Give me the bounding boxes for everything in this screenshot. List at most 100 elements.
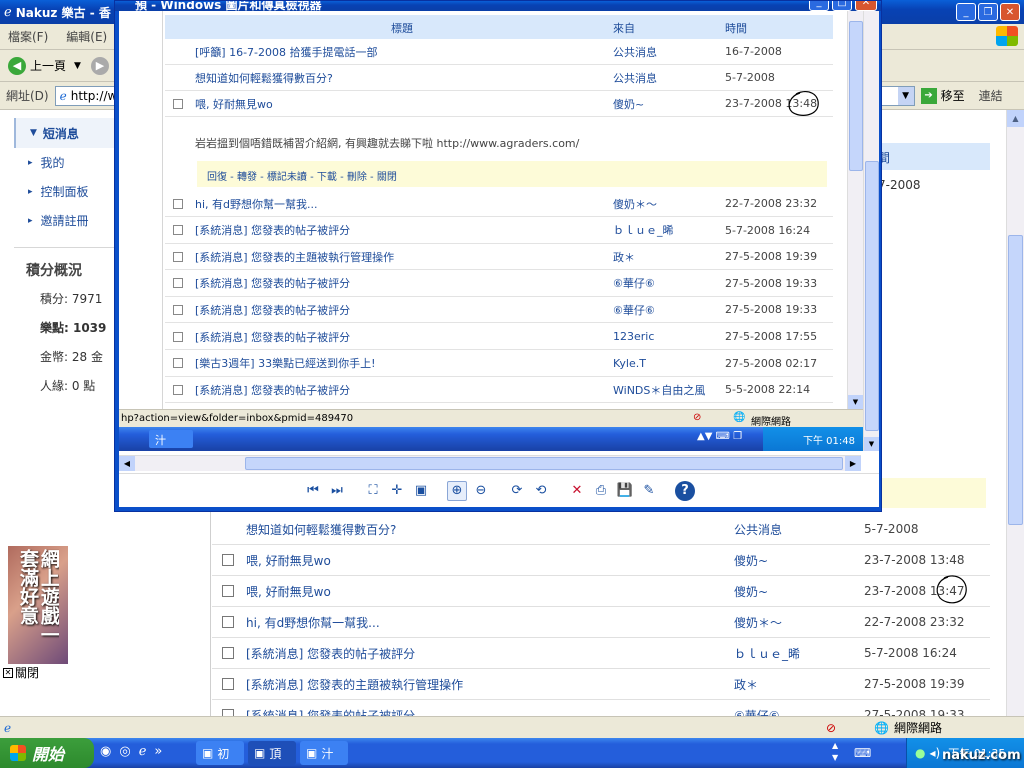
row-checkbox[interactable] — [222, 678, 234, 690]
tray-up-icon[interactable]: ▲ — [832, 740, 838, 752]
more-icon[interactable]: » — [154, 744, 162, 759]
taskbar-task-button[interactable]: ▣ 頂 — [248, 741, 296, 765]
minimize-button[interactable]: _ — [956, 3, 976, 21]
viewer-maximize-button[interactable]: □ — [832, 1, 852, 11]
inner-scroll-down-icon[interactable]: ▼ — [848, 395, 863, 409]
row-from[interactable]: 政＊ — [734, 676, 758, 693]
desktop-icon[interactable]: ◎ — [119, 744, 130, 759]
save-icon[interactable]: 💾 — [615, 481, 635, 501]
row-title[interactable]: 喂, 好耐無見wo — [246, 583, 331, 600]
row-title[interactable]: [系統消息] 您發表的帖子被評分 — [195, 222, 350, 238]
row-from[interactable]: WiNDS＊自由之風 — [613, 382, 705, 398]
row-from[interactable]: ⑥華仔⑥ — [613, 275, 655, 291]
row-checkbox[interactable] — [173, 278, 183, 289]
hscroll-thumb[interactable] — [245, 457, 843, 470]
inner-task-button[interactable]: 汁 — [149, 430, 193, 448]
back-button-label[interactable]: 上一頁 — [30, 57, 66, 74]
rotate-counterclockwise-icon[interactable]: ⟲ — [531, 481, 551, 501]
row-checkbox[interactable] — [173, 198, 183, 209]
inner-vscroll[interactable]: ▼ — [847, 11, 863, 409]
row-checkbox[interactable] — [173, 98, 183, 109]
print-icon[interactable]: ⎙ — [591, 481, 611, 501]
row-checkbox[interactable] — [173, 331, 183, 342]
links-label[interactable]: 連結 — [979, 87, 1003, 104]
row-checkbox[interactable] — [173, 304, 183, 315]
media-icon[interactable]: ◉ — [100, 744, 111, 759]
viewer-hscroll[interactable]: ◀ ▶ — [119, 455, 861, 471]
row-title[interactable]: [系統消息] 您發表的帖子被評分 — [195, 275, 350, 291]
outer-scroll-down-icon[interactable]: ▼ — [864, 437, 879, 451]
row-checkbox[interactable] — [222, 616, 234, 628]
actual-size-icon[interactable]: ✛ — [387, 481, 407, 501]
row-from[interactable]: 傻奶~ — [613, 96, 644, 112]
row-checkbox[interactable] — [173, 225, 183, 236]
row-title[interactable]: hi, 有d野想你幫一幫我... — [246, 614, 380, 631]
row-title[interactable]: [系統消息] 您發表的主題被執行管理操作 — [195, 249, 394, 265]
row-from[interactable]: 公共消息 — [613, 44, 657, 60]
row-from[interactable]: 123eric — [613, 330, 654, 343]
row-from[interactable]: ｂｌｕｅ_晞 — [734, 645, 800, 662]
row-from[interactable]: 傻奶~ — [734, 552, 768, 569]
scroll-thumb[interactable] — [1008, 235, 1023, 525]
row-from[interactable]: 傻奶＊～ — [613, 196, 657, 212]
scroll-up-icon[interactable]: ▲ — [1007, 110, 1024, 127]
zoom-out-icon[interactable]: ⊖ — [471, 481, 491, 501]
row-title[interactable]: 想知道如何輕鬆獲得數百分? — [195, 70, 333, 86]
inner-scroll-thumb[interactable] — [849, 21, 863, 171]
restore-button[interactable]: ❐ — [978, 3, 998, 21]
row-from[interactable]: 傻奶~ — [734, 583, 768, 600]
row-from[interactable]: 公共消息 — [734, 521, 782, 538]
back-dropdown-icon[interactable]: ▼ — [74, 61, 81, 71]
row-title[interactable]: [樂古3週年] 33樂點已經送到你手上! — [195, 355, 375, 371]
row-checkbox[interactable] — [173, 251, 183, 262]
row-title[interactable]: [系統消息] 您發表的主題被執行管理操作 — [246, 676, 463, 693]
delete-icon[interactable]: ✕ — [567, 481, 587, 501]
rotate-clockwise-icon[interactable]: ⟳ — [507, 481, 527, 501]
row-from[interactable]: ｂｌｕｅ_晞 — [613, 222, 674, 238]
row-title[interactable]: [呼籲] 16-7-2008 拾獲手提電話一部 — [195, 44, 378, 60]
tray-down-icon[interactable]: ▼ — [832, 752, 838, 764]
row-title[interactable]: 喂, 好耐無見wo — [246, 552, 331, 569]
row-title[interactable]: [系統消息] 您發表的帖子被評分 — [246, 645, 415, 662]
viewer-minimize-button[interactable]: _ — [809, 1, 829, 11]
row-title[interactable]: [系統消息] 您發表的帖子被評分 — [195, 329, 350, 345]
row-checkbox[interactable] — [222, 554, 234, 566]
row-checkbox[interactable] — [173, 358, 183, 369]
row-checkbox[interactable] — [173, 384, 183, 395]
start-button[interactable]: 開始 — [0, 738, 94, 768]
taskbar-task-button[interactable]: ▣ 初 — [196, 741, 244, 765]
edit-icon[interactable]: ✎ — [639, 481, 659, 501]
previous-image-icon[interactable]: ⏮ — [303, 481, 323, 501]
row-title[interactable]: [系統消息] 您發表的帖子被評分 — [195, 302, 350, 318]
row-title[interactable]: [系統消息] 您發表的帖子被評分 — [195, 382, 350, 398]
viewer-close-button[interactable]: ✕ — [855, 1, 877, 11]
volume-icon[interactable]: ◂) — [929, 746, 940, 760]
hscroll-left-icon[interactable]: ◀ — [119, 456, 135, 471]
go-button[interactable]: 移至 — [941, 87, 965, 104]
close-button[interactable]: ✕ — [1000, 3, 1020, 21]
menu-edit[interactable]: 編輯(E) — [66, 28, 107, 45]
row-title[interactable]: 想知道如何輕鬆獲得數百分? — [246, 521, 396, 538]
row-from[interactable]: Kyle.T — [613, 357, 646, 370]
row-from[interactable]: 傻奶＊～ — [734, 614, 782, 631]
outer-scroll-thumb[interactable] — [865, 161, 879, 431]
ad-banner[interactable]: 網上遊戲一套滿好意 — [8, 546, 68, 664]
zoom-in-icon[interactable]: ⊕ — [447, 480, 467, 501]
hscroll-right-icon[interactable]: ▶ — [845, 456, 861, 471]
page-vertical-scrollbar[interactable]: ▲ ▼ — [1006, 110, 1024, 716]
keyboard-icon[interactable]: ⌨ — [854, 746, 871, 760]
back-icon[interactable]: ◀ — [8, 56, 26, 75]
row-title[interactable]: hi, 有d野想你幫一幫我... — [195, 196, 318, 212]
message-actions[interactable]: 回復 - 轉發 - 標記未讀 - 下載 - 刪除 - 關閉 — [207, 172, 397, 183]
menu-file[interactable]: 檔案(F) — [8, 28, 48, 45]
address-dropdown-icon[interactable]: ▼ — [897, 86, 914, 105]
ad-close[interactable]: ✕ 關閉 — [3, 664, 39, 681]
help-icon[interactable]: ? — [675, 480, 695, 501]
row-from[interactable]: ⑥華仔⑥ — [613, 302, 655, 318]
next-image-icon[interactable]: ⏭ — [327, 481, 347, 501]
slideshow-icon[interactable]: ▣ — [411, 481, 431, 501]
row-checkbox[interactable] — [222, 647, 234, 659]
viewer-outer-vscroll[interactable]: ▼ — [863, 11, 879, 451]
go-icon[interactable]: ➔ — [920, 87, 937, 104]
row-title[interactable]: 喂, 好耐無見wo — [195, 96, 273, 112]
